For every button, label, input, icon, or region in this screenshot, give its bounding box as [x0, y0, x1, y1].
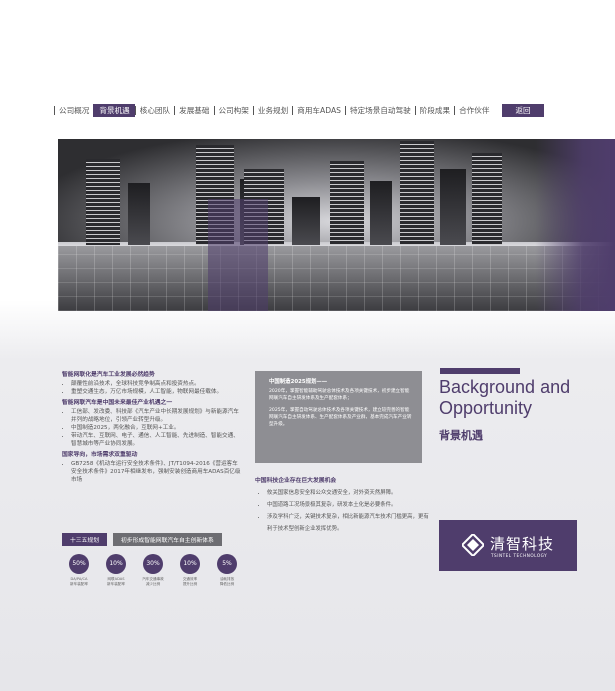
opportunity-section: 中国科技企业存在巨大发展机会 攸关国家信息安全和公众交通安全，对外资天然屏障。 … [255, 475, 430, 535]
list-item: GB7258《机动车运行安全技术条件》、JT/T1094-2016《营运客车安全… [71, 460, 242, 484]
stat-item: 30% 汽车交通事故 减少比例 [136, 554, 170, 587]
stat-value-circle: 5% [217, 554, 237, 574]
list-item: 颠覆性前沿技术，全球科技竞争制高点和投资热点。 [71, 380, 242, 388]
logo-mark-icon [462, 534, 484, 556]
nav-item-overview[interactable]: 公司概况 [54, 106, 93, 115]
section-title: 中国科技企业存在巨大发展机会 [255, 478, 337, 484]
section-title: 智能网联汽车是中国未来最佳产业机遇之一 [62, 400, 173, 406]
title-accent-bar [440, 368, 520, 374]
stat-caption: 交通效率 提升比例 [182, 577, 198, 586]
bullet-list: 工信部、发改委、科技部《汽车产业中长期发展规划》与新能源汽车并列的战略地位，引领… [62, 408, 242, 448]
box-title: 中国制造2025规划—— [269, 379, 328, 385]
nav-item-background[interactable]: 背景机遇 [93, 104, 135, 117]
stat-caption: 汽车交通事故 减少比例 [142, 577, 164, 586]
nav-item-commercial-adas[interactable]: 商用车ADAS [292, 106, 345, 115]
stat-value-circle: 10% [180, 554, 200, 574]
stat-item: 10% 交通效率 提升比例 [173, 554, 207, 587]
stat-caption: 油耗排放 降低比例 [219, 577, 235, 586]
stat-caption: 网联ADAS 新车装配率 [107, 577, 125, 586]
nav-item-structure[interactable]: 公司构架 [213, 106, 253, 115]
list-item: 涉及学科广泛，关键技术复杂，相比新能源汽车技术门槛更高，更有利于技术型创新企业发… [267, 511, 430, 535]
building [472, 153, 502, 245]
nav-item-scenario-driving[interactable]: 特定场景自动驾驶 [344, 106, 415, 115]
target-stats: 50% DA/PA/CA 新车装配率 10% 网联ADAS 新车装配率 30% … [62, 554, 247, 587]
page-title: Background and Opportunity [439, 377, 571, 418]
city-banner-image [58, 139, 615, 311]
list-item: 中国道路工况场景极其复杂，研发本土化是必要条件。 [267, 499, 430, 511]
top-nav: 公司概况 背景机遇 核心团队 发展基础 公司构架 业务规划 商用车ADAS 特定… [54, 104, 544, 117]
building [440, 169, 466, 245]
banner-purple-gradient [535, 139, 615, 311]
bullet-list: 攸关国家信息安全和公众交通安全，对外资天然屏障。 中国道路工况场景极其复杂，研发… [255, 487, 430, 535]
building [400, 141, 434, 245]
bullet-list: 颠覆性前沿技术，全球科技竞争制高点和投资热点。 重塑交通生态，万亿市场规模，人工… [62, 380, 242, 396]
stat-item: 10% 网联ADAS 新车装配率 [99, 554, 133, 587]
stat-value-circle: 30% [143, 554, 163, 574]
list-item: 带动汽车、互联网、电子、通信、人工智能、先进制造、智能交通、智慧城市等产业协同发… [71, 432, 242, 448]
nav-item-results[interactable]: 阶段成果 [414, 106, 454, 115]
section-title: 智能网联化是汽车工业发展必然趋势 [62, 372, 155, 378]
list-item: 工信部、发改委、科技部《汽车产业中长期发展规划》与新能源汽车并列的战略地位，引领… [71, 408, 242, 424]
stat-value-circle: 10% [106, 554, 126, 574]
plan-tag-primary: 十三五规划 [62, 533, 107, 546]
building [86, 159, 120, 245]
building [292, 197, 320, 245]
box-paragraph: 2020年，掌握智能辅助驾驶总体技术及各项关键技术，初步建立智能网联汽车自主研发… [269, 389, 410, 401]
building [330, 161, 364, 245]
back-button[interactable]: 返回 [502, 104, 544, 117]
company-logo: 清智科技 TSINTEL TECHNOLOGY [439, 520, 577, 571]
list-item: 攸关国家信息安全和公众交通安全，对外资天然屏障。 [267, 487, 430, 499]
nav-item-foundation[interactable]: 发展基础 [174, 106, 213, 115]
stat-value-circle: 50% [69, 554, 89, 574]
section-title: 国家导向，市场需求双重驱动 [62, 452, 138, 458]
plan-tag-secondary: 初步形成智能网联汽车自主创新体系 [113, 533, 222, 546]
nav-item-partners[interactable]: 合作伙伴 [454, 106, 493, 115]
stat-item: 5% 油耗排放 降低比例 [210, 554, 244, 587]
list-item: 中国制造2025，两化融合，互联网+工业。 [71, 424, 242, 432]
left-column: 智能网联化是汽车工业发展必然趋势 颠覆性前沿技术，全球科技竞争制高点和投资热点。… [62, 368, 242, 486]
made-in-china-2025-box: 中国制造2025规划—— 2020年，掌握智能辅助驾驶总体技术及各项关键技术，初… [255, 371, 422, 463]
banner-purple-overlay [208, 199, 268, 311]
plan-tags: 十三五规划 初步形成智能网联汽车自主创新体系 [62, 533, 222, 546]
stat-item: 50% DA/PA/CA 新车装配率 [62, 554, 96, 587]
list-item: 重塑交通生态，万亿市场规模，人工智能，物联网最佳载体。 [71, 388, 242, 396]
logo-english-name: TSINTEL TECHNOLOGY [491, 553, 548, 558]
building [128, 183, 150, 245]
page-subtitle: 背景机遇 [439, 429, 483, 442]
building [370, 181, 392, 245]
bullet-list: GB7258《机动车运行安全技术条件》、JT/T1094-2016《营运客车安全… [62, 460, 242, 484]
nav-item-business-plan[interactable]: 业务规划 [252, 106, 292, 115]
banner-reflective-floor [58, 245, 615, 311]
logo-name: 清智科技 [490, 535, 555, 553]
box-paragraph: 2025年，掌握自动驾驶总体技术及各项关键技术，建立较完善的智能网联汽车自主研发… [269, 408, 412, 427]
nav-item-team[interactable]: 核心团队 [134, 106, 174, 115]
stat-caption: DA/PA/CA 新车装配率 [70, 577, 88, 586]
